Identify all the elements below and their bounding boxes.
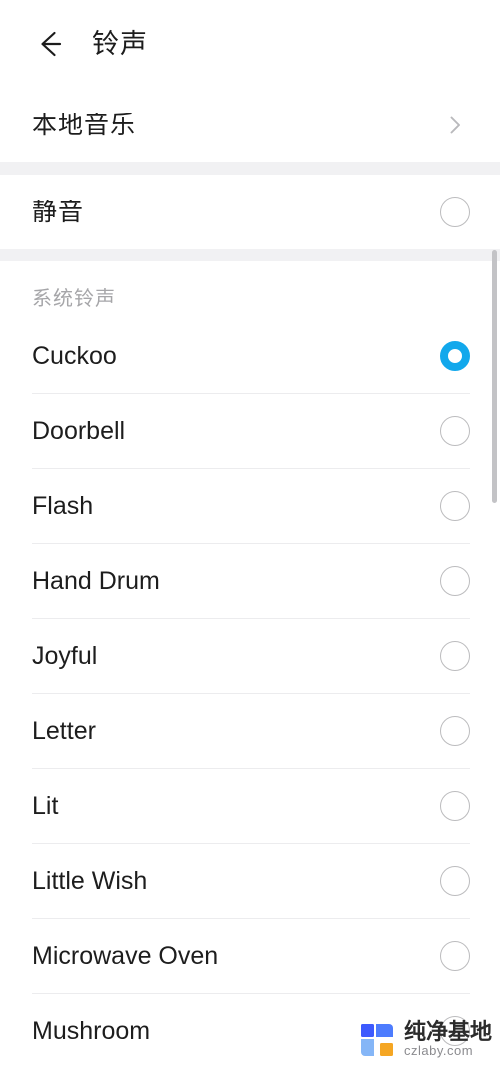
row-local-music-label: 本地音乐 <box>32 112 137 138</box>
radio-mushroom[interactable] <box>440 1016 470 1046</box>
radio-flash[interactable] <box>440 491 470 521</box>
list-item[interactable]: Doorbell <box>0 394 500 468</box>
app-bar: 铃声 <box>0 0 500 88</box>
row-silent[interactable]: 静音 <box>0 175 500 249</box>
radio-letter[interactable] <box>440 716 470 746</box>
list-item-label: Cuckoo <box>32 343 117 369</box>
list-item-label: Little Wish <box>32 868 148 894</box>
radio-little-wish[interactable] <box>440 866 470 896</box>
radio-lit[interactable] <box>440 791 470 821</box>
arrow-left-icon <box>33 27 67 61</box>
row-local-music[interactable]: 本地音乐 <box>0 88 500 162</box>
list-item[interactable]: Flash <box>0 469 500 543</box>
list-item-label: Doorbell <box>32 418 126 444</box>
list-item-label: Joyful <box>32 643 98 669</box>
list-item[interactable]: Joyful <box>0 619 500 693</box>
row-silent-label: 静音 <box>32 199 85 225</box>
list-item[interactable]: Lit <box>0 769 500 843</box>
list-item-label: Letter <box>32 718 96 744</box>
back-button[interactable] <box>30 24 70 64</box>
radio-hand-drum[interactable] <box>440 566 470 596</box>
list-item[interactable]: Hand Drum <box>0 544 500 618</box>
list-item-label: Mushroom <box>32 1018 151 1044</box>
radio-cuckoo[interactable] <box>440 341 470 371</box>
page-title: 铃声 <box>92 28 148 59</box>
radio-doorbell[interactable] <box>440 416 470 446</box>
radio-joyful[interactable] <box>440 641 470 671</box>
list-item[interactable]: Mushroom <box>0 994 500 1065</box>
list-item-label: Lit <box>32 793 59 819</box>
list-item-label: Microwave Oven <box>32 943 219 969</box>
ringtone-list: Cuckoo Doorbell Flash Hand Drum Joyful Letter… <box>0 319 500 1065</box>
list-item[interactable]: Cuckoo <box>0 319 500 393</box>
list-item[interactable]: Microwave Oven <box>0 919 500 993</box>
scrollbar-thumb[interactable] <box>492 250 497 503</box>
chevron-right-icon <box>440 110 470 140</box>
radio-silent[interactable] <box>440 197 470 227</box>
list-item-label: Hand Drum <box>32 568 160 594</box>
section-header-label: 系统铃声 <box>32 288 116 310</box>
list-item[interactable]: Little Wish <box>0 844 500 918</box>
radio-microwave-oven[interactable] <box>440 941 470 971</box>
list-item-label: Flash <box>32 493 94 519</box>
ringtone-settings-screen: 铃声 本地音乐 静音 系统铃声 Cuckoo Doorbell Flash Hand … <box>0 0 500 1065</box>
section-band-1 <box>0 162 500 175</box>
section-band-2 <box>0 249 500 261</box>
scrollbar-track[interactable] <box>492 250 497 1065</box>
section-header-system-ringtones: 系统铃声 <box>0 261 500 319</box>
list-item[interactable]: Letter <box>0 694 500 768</box>
